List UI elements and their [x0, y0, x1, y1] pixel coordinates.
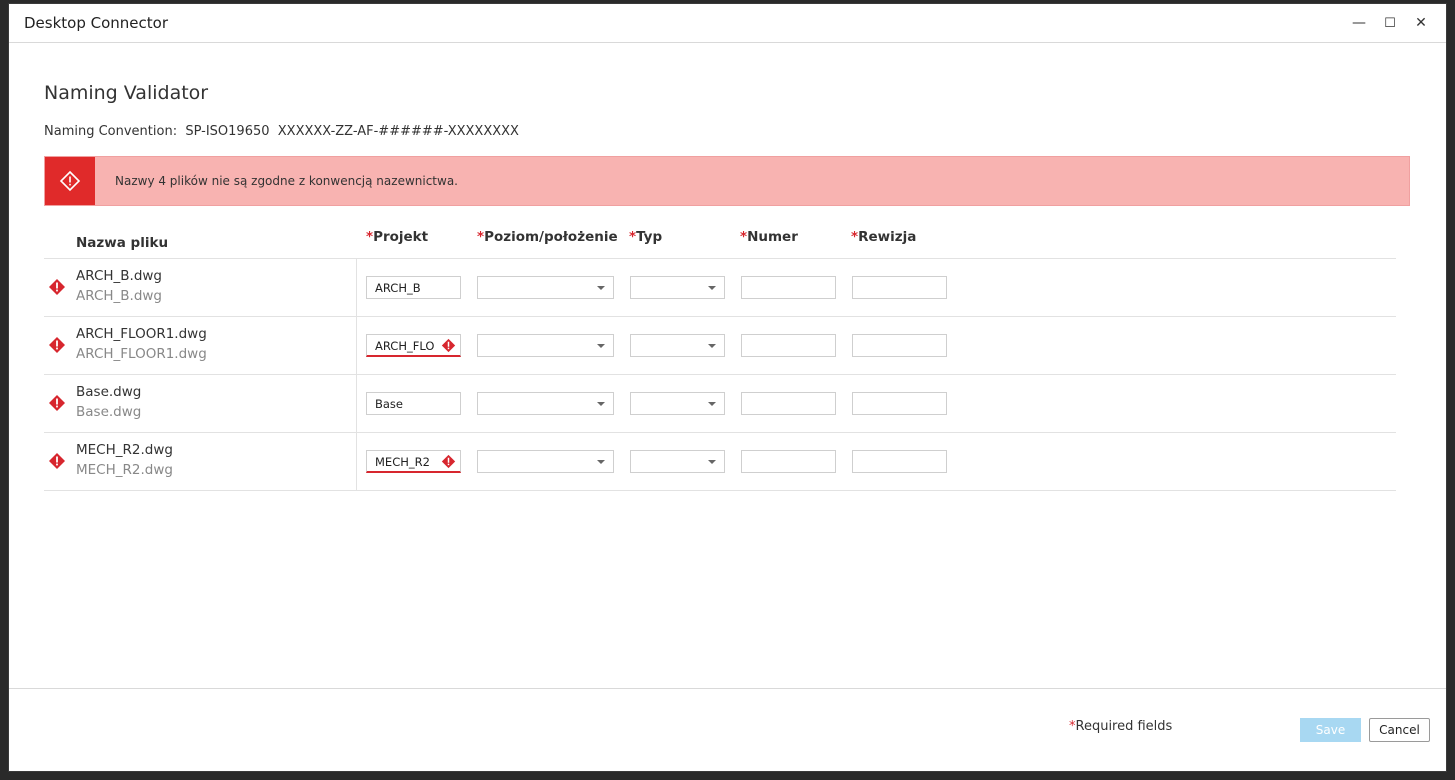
close-button[interactable]: ✕	[1409, 12, 1433, 34]
chevron-down-icon	[597, 344, 605, 348]
chevron-down-icon	[597, 286, 605, 290]
maximize-button[interactable]: ☐	[1378, 12, 1402, 34]
naming-convention: Naming Convention: SP-ISO19650 XXXXXX-ZZ…	[44, 124, 519, 139]
required-fields-note: *Required fields	[1069, 719, 1173, 734]
chevron-down-icon	[597, 460, 605, 464]
error-diamond-icon	[49, 395, 65, 411]
table-row: Base.dwg Base.dwg Base	[44, 375, 1396, 433]
table-row: ARCH_FLOOR1.dwg ARCH_FLOOR1.dwg ARCH_FLO	[44, 317, 1396, 375]
dialog-footer: *Required fields Save Cancel	[9, 688, 1446, 771]
project-input[interactable]: ARCH_B	[366, 276, 461, 299]
error-diamond-icon	[49, 279, 65, 295]
banner-icon-box	[45, 157, 95, 205]
header-file-name: Nazwa pliku	[76, 235, 169, 251]
file-original-name: Base.dwg	[76, 404, 142, 420]
project-input[interactable]: Base	[366, 392, 461, 415]
number-input[interactable]	[741, 276, 836, 299]
dialog-window: Desktop Connector — ☐ ✕ Naming Validator…	[9, 4, 1446, 771]
header-revision: *Rewizja	[851, 229, 917, 245]
revision-input[interactable]	[852, 450, 947, 473]
error-banner: Nazwy 4 plików nie są zgodne z konwencją…	[44, 156, 1410, 206]
file-original-name: MECH_R2.dwg	[76, 462, 173, 478]
banner-message: Nazwy 4 plików nie są zgodne z konwencją…	[115, 174, 458, 188]
project-input[interactable]: ARCH_FLO	[366, 334, 461, 357]
chevron-down-icon	[708, 460, 716, 464]
file-name: MECH_R2.dwg	[76, 442, 173, 458]
title-bar: Desktop Connector — ☐ ✕	[9, 4, 1446, 43]
table-row: MECH_R2.dwg MECH_R2.dwg MECH_R2	[44, 433, 1396, 491]
file-original-name: ARCH_FLOOR1.dwg	[76, 346, 207, 362]
number-input[interactable]	[741, 392, 836, 415]
minimize-button[interactable]: —	[1347, 12, 1371, 34]
convention-label: Naming Convention:	[44, 124, 178, 139]
file-name: Base.dwg	[76, 384, 142, 400]
warning-diamond-icon	[59, 170, 81, 192]
file-name: ARCH_B.dwg	[76, 268, 163, 284]
error-diamond-icon	[49, 337, 65, 353]
type-select[interactable]	[630, 334, 725, 357]
chevron-down-icon	[708, 344, 716, 348]
page-title: Naming Validator	[44, 82, 209, 104]
error-diamond-icon	[441, 454, 456, 469]
error-diamond-icon	[441, 338, 456, 353]
header-number: *Numer	[740, 229, 798, 245]
file-name: ARCH_FLOOR1.dwg	[76, 326, 207, 342]
revision-input[interactable]	[852, 334, 947, 357]
chevron-down-icon	[708, 402, 716, 406]
files-table: Nazwa pliku *Projekt *Poziom/położenie *…	[44, 222, 1396, 491]
level-select[interactable]	[477, 392, 614, 415]
type-select[interactable]	[630, 276, 725, 299]
level-select[interactable]	[477, 276, 614, 299]
convention-standard: SP-ISO19650	[185, 124, 270, 139]
error-diamond-icon	[49, 453, 65, 469]
level-select[interactable]	[477, 334, 614, 357]
save-button[interactable]: Save	[1300, 718, 1361, 742]
number-input[interactable]	[741, 334, 836, 357]
chevron-down-icon	[597, 402, 605, 406]
header-level: *Poziom/położenie	[477, 229, 618, 245]
header-type: *Typ	[629, 229, 663, 245]
window-title: Desktop Connector	[24, 14, 168, 32]
file-original-name: ARCH_B.dwg	[76, 288, 163, 304]
table-row: ARCH_B.dwg ARCH_B.dwg ARCH_B	[44, 259, 1396, 317]
number-input[interactable]	[741, 450, 836, 473]
level-select[interactable]	[477, 450, 614, 473]
chevron-down-icon	[708, 286, 716, 290]
table-header: Nazwa pliku *Projekt *Poziom/położenie *…	[44, 222, 1396, 259]
cancel-button[interactable]: Cancel	[1369, 718, 1430, 742]
project-input[interactable]: MECH_R2	[366, 450, 461, 473]
header-project: *Projekt	[366, 229, 429, 245]
type-select[interactable]	[630, 392, 725, 415]
revision-input[interactable]	[852, 276, 947, 299]
type-select[interactable]	[630, 450, 725, 473]
revision-input[interactable]	[852, 392, 947, 415]
convention-pattern: XXXXXX-ZZ-AF-######-XXXXXXXX	[277, 124, 519, 139]
